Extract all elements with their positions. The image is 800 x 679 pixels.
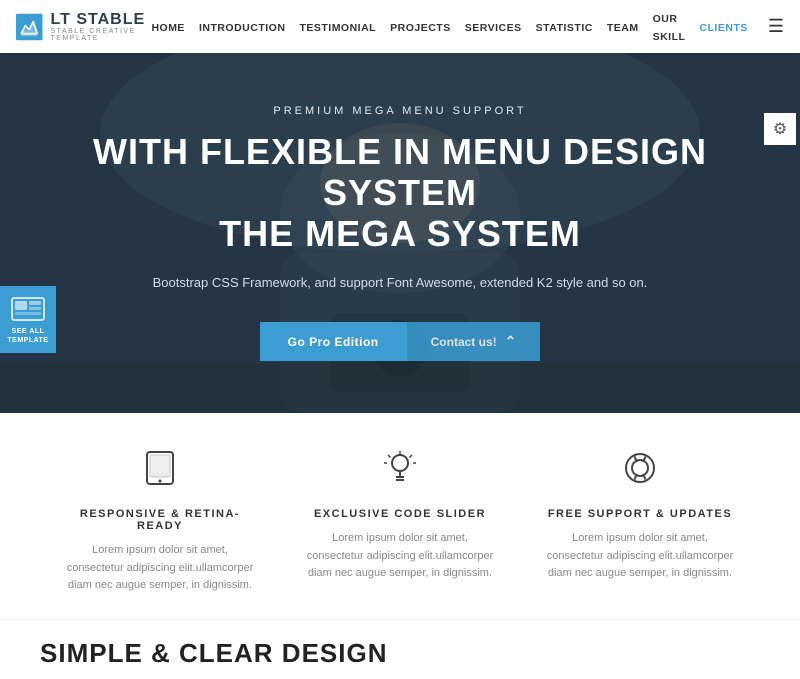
nav-hamburger[interactable]: ☰ xyxy=(762,16,784,37)
nav-item-ourskill[interactable]: OUR SKILL xyxy=(653,9,686,45)
see-all-badge[interactable]: SEE ALL TEMPLATE xyxy=(0,286,56,353)
nav-item-statistic[interactable]: STATISTIC xyxy=(536,18,593,36)
contact-label: Contact us! xyxy=(431,335,497,349)
feature-slider-text: Lorem ipsum dolor sit amet, consectetur … xyxy=(304,530,496,583)
feature-responsive-text: Lorem ipsum dolor sit amet, consectetur … xyxy=(64,542,256,595)
nav-menu: HOME INTRODUCTION TESTIMONIAL PROJECTS S… xyxy=(151,9,784,45)
tablet-icon xyxy=(64,449,256,496)
feature-slider: EXCLUSIVE CODE SLIDER Lorem ipsum dolor … xyxy=(280,449,520,595)
brand-logo-area[interactable]: LT STABLE STABLE CREATIVE TEMPLATE xyxy=(16,9,151,45)
hero-title-line2: THE MEGA SYSTEM xyxy=(219,213,581,254)
brand-text: LT STABLE STABLE CREATIVE TEMPLATE xyxy=(51,12,152,42)
bulb-icon xyxy=(304,449,496,496)
nav-item-clients[interactable]: CLIENTS xyxy=(699,18,747,36)
hamburger-icon: ☰ xyxy=(768,16,784,36)
nav-item-services[interactable]: SERVICES xyxy=(465,18,522,36)
gear-button[interactable]: ⚙ xyxy=(764,113,796,145)
feature-support: FREE SUPPORT & UPDATES Lorem ipsum dolor… xyxy=(520,449,760,595)
see-all-label: SEE ALL TEMPLATE xyxy=(6,328,50,345)
contact-button[interactable]: Contact us! ⌃ xyxy=(407,322,541,361)
feature-responsive: RESPONSIVE & RETINA-READY Lorem ipsum do… xyxy=(40,449,280,595)
hero-description: Bootstrap CSS Framework, and support Fon… xyxy=(80,273,720,293)
nav-item-projects[interactable]: PROJECTS xyxy=(390,18,451,36)
template-preview-icon xyxy=(10,294,46,324)
features-section: RESPONSIVE & RETINA-READY Lorem ipsum do… xyxy=(0,413,800,619)
brand-name: LT STABLE xyxy=(51,12,152,28)
hero-subtitle: PREMIUM MEGA MENU SUPPORT xyxy=(80,105,720,117)
lifebuoy-icon xyxy=(544,449,736,496)
nav-item-testimonial[interactable]: TESTIMONIAL xyxy=(299,18,376,36)
bottom-title: SIMPLE & CLEAR DESIGN xyxy=(40,638,760,669)
nav-item-team[interactable]: TEAM xyxy=(607,18,639,36)
hero-buttons: Go Pro Edition Contact us! ⌃ xyxy=(80,322,720,361)
see-all-inner: SEE ALL TEMPLATE xyxy=(6,294,50,345)
chevron-up-icon: ⌃ xyxy=(505,333,517,350)
go-pro-button[interactable]: Go Pro Edition xyxy=(260,322,407,361)
gear-icon: ⚙ xyxy=(773,119,787,139)
hero-section: PREMIUM MEGA MENU SUPPORT WITH FLEXIBLE … xyxy=(0,53,800,413)
hero-title: WITH FLEXIBLE IN MENU DESIGN SYSTEM THE … xyxy=(80,131,720,255)
nav-item-home[interactable]: HOME xyxy=(151,18,185,36)
navbar: LT STABLE STABLE CREATIVE TEMPLATE HOME … xyxy=(0,0,800,53)
feature-support-text: Lorem ipsum dolor sit amet, consectetur … xyxy=(544,530,736,583)
brand-tagline: STABLE CREATIVE TEMPLATE xyxy=(51,28,152,42)
feature-support-title: FREE SUPPORT & UPDATES xyxy=(544,508,736,520)
brand-logo-icon xyxy=(16,9,43,45)
feature-responsive-title: RESPONSIVE & RETINA-READY xyxy=(64,508,256,532)
hero-title-line1: WITH FLEXIBLE IN MENU DESIGN SYSTEM xyxy=(93,131,707,213)
feature-slider-title: EXCLUSIVE CODE SLIDER xyxy=(304,508,496,520)
nav-item-introduction[interactable]: INTRODUCTION xyxy=(199,18,286,36)
hero-content: PREMIUM MEGA MENU SUPPORT WITH FLEXIBLE … xyxy=(40,105,760,362)
bottom-section: SIMPLE & CLEAR DESIGN xyxy=(0,619,800,679)
